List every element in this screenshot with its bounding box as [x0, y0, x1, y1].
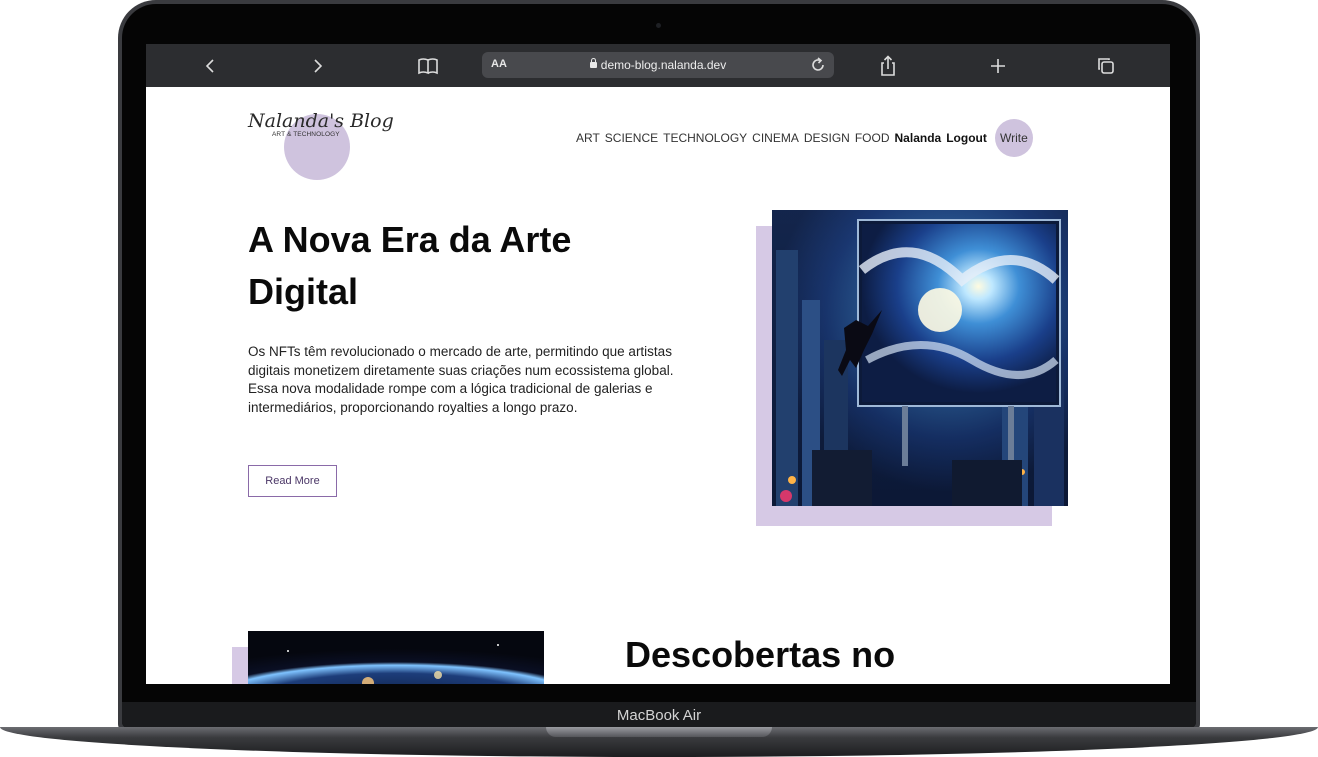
site-logo[interactable]: Nalanda's Blog ART & TECHNOLOGY [248, 108, 408, 180]
reload-icon [812, 57, 824, 71]
url-field[interactable]: demo-blog.nalanda.dev [482, 58, 834, 72]
screen: AA demo-blog.nalanda.dev Nalanda's Blog … [146, 44, 1170, 684]
main-nav: ART SCIENCE TECHNOLOGY CINEMA DESIGN FOO… [576, 119, 1033, 157]
nav-link-cinema[interactable]: CINEMA [752, 131, 799, 145]
write-button[interactable]: Write [994, 119, 1033, 157]
lock-icon [589, 58, 597, 68]
logo-title: Nalanda's Blog [248, 110, 394, 132]
book-icon [418, 57, 438, 74]
forward-button[interactable] [306, 44, 330, 87]
nav-link-science[interactable]: SCIENCE [605, 131, 658, 145]
nav-user-name[interactable]: Nalanda [895, 131, 942, 145]
planet-illustration [248, 631, 544, 684]
new-tab-button[interactable] [986, 44, 1010, 87]
back-button[interactable] [198, 44, 222, 87]
bookmarks-button[interactable] [414, 44, 442, 87]
digital-art-illustration [772, 210, 1068, 506]
browser-toolbar: AA demo-blog.nalanda.dev [146, 44, 1170, 87]
share-button[interactable] [876, 44, 900, 87]
reload-button[interactable] [808, 55, 828, 75]
logo-subtitle: ART & TECHNOLOGY [272, 131, 340, 138]
nav-link-design[interactable]: DESIGN [804, 131, 850, 145]
tabs-icon [1098, 57, 1114, 74]
post-2-title[interactable]: Descobertas no [625, 634, 895, 676]
nav-link-technology[interactable]: TECHNOLOGY [663, 131, 747, 145]
post-title[interactable]: A Nova Era da Arte Digital [248, 214, 668, 318]
share-icon [881, 54, 895, 76]
chevron-right-icon [314, 58, 323, 73]
model-label: MacBook Air [616, 707, 702, 724]
tabs-button[interactable] [1094, 44, 1118, 87]
camera [656, 23, 661, 28]
logout-link[interactable]: Logout [946, 131, 987, 145]
post-2-image[interactable] [248, 631, 544, 684]
read-more-button[interactable]: Read More [248, 465, 337, 497]
post-image[interactable] [772, 210, 1068, 506]
url-text: demo-blog.nalanda.dev [600, 58, 727, 72]
post-excerpt: Os NFTs têm revolucionado o mercado de a… [248, 344, 674, 415]
chevron-left-icon [205, 58, 214, 73]
nav-link-art[interactable]: ART [576, 131, 600, 145]
nav-link-food[interactable]: FOOD [855, 131, 890, 145]
address-bar[interactable]: AA demo-blog.nalanda.dev [482, 52, 834, 78]
laptop-notch [546, 727, 772, 737]
plus-icon [991, 58, 1005, 73]
